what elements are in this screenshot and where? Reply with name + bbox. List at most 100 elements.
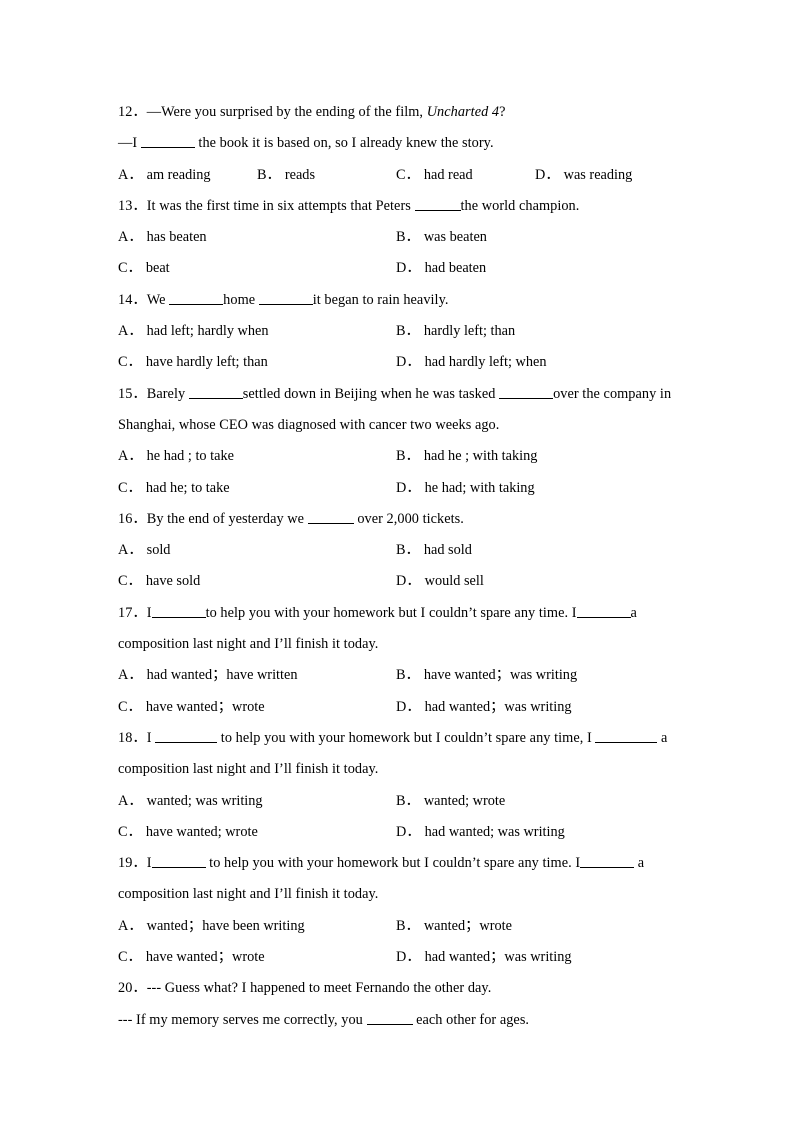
option-text: beat: [145, 260, 170, 277]
stem-text: composition last night and I’ll finish i…: [118, 636, 379, 653]
option-choice[interactable]: D． was reading: [535, 160, 674, 191]
question-block: 16．By the end of yesterday we over 2,000…: [118, 504, 674, 598]
question-number: 20．: [118, 980, 147, 997]
question-number: 16．: [118, 510, 147, 527]
option-choice[interactable]: D． would sell: [396, 566, 674, 597]
option-choice[interactable]: B． hardly left; than: [396, 316, 674, 347]
option-row: A． he had ; to take B． had he ; with taking: [118, 441, 674, 472]
option-choice[interactable]: A． sold: [118, 535, 396, 566]
option-choice[interactable]: C． have wanted；wrote: [118, 692, 396, 723]
option-choice[interactable]: A． am reading: [118, 160, 257, 191]
option-choice[interactable]: C． have wanted; wrote: [118, 817, 396, 848]
stem-text: It was the first time in six attempts th…: [146, 197, 415, 214]
option-text: hardly left; than: [423, 323, 516, 340]
option-choice[interactable]: D． had wanted; was writing: [396, 817, 674, 848]
option-text: he had ; to take: [146, 448, 234, 465]
question-stem-line: 14．We home it began to rain heavily.: [118, 285, 674, 316]
option-choice[interactable]: C． have wanted；wrote: [118, 942, 396, 973]
option-choice[interactable]: D． he had; with taking: [396, 473, 674, 504]
answer-blank: [414, 198, 461, 211]
option-letter: D．: [396, 949, 421, 966]
question-block: 18．I to help you with your homework but …: [118, 723, 674, 848]
stem-text: composition last night and I’ll finish i…: [118, 886, 379, 903]
option-row: A． had wanted；have written B． have wanted；w…: [118, 660, 674, 691]
option-choice[interactable]: A． he had ; to take: [118, 441, 396, 472]
option-choice[interactable]: A． has beaten: [118, 222, 396, 253]
option-text: have hardly left; than: [145, 354, 268, 371]
option-letter: D．: [396, 573, 421, 590]
answer-blank: [169, 292, 224, 305]
option-letter: B．: [257, 166, 281, 183]
option-choice[interactable]: B． reads: [257, 160, 396, 191]
option-row: A． had left; hardly when B． hardly left; th…: [118, 316, 674, 347]
option-row: C． have hardly left; than D． had hardly lef…: [118, 347, 674, 378]
stem-text: to help you with your homework but I cou…: [205, 604, 577, 621]
option-row: C． have wanted; wrote D． had wanted; was wr…: [118, 817, 674, 848]
option-text: had wanted；have written: [146, 667, 298, 684]
option-choice[interactable]: B． had he ; with taking: [396, 441, 674, 472]
stem-text: the world champion.: [460, 197, 580, 214]
option-choice[interactable]: C． have sold: [118, 566, 396, 597]
option-choice[interactable]: A． wanted; was writing: [118, 786, 396, 817]
answer-blank: [155, 730, 218, 743]
option-choice[interactable]: C． had he; to take: [118, 473, 396, 504]
stem-text: Shanghai, whose CEO was diagnosed with c…: [118, 416, 500, 433]
option-text: have wanted; wrote: [145, 823, 258, 840]
answer-blank: [366, 1012, 413, 1025]
option-letter: D．: [396, 260, 421, 277]
option-choice[interactable]: D． had beaten: [396, 253, 674, 284]
option-text: had wanted；was writing: [424, 949, 572, 966]
option-choice[interactable]: A． had left; hardly when: [118, 316, 396, 347]
answer-blank: [140, 136, 195, 149]
option-choice[interactable]: C． beat: [118, 253, 396, 284]
question-stem-line: 19．I to help you with your homework but …: [118, 848, 674, 879]
option-letter: C．: [118, 479, 142, 496]
option-choice[interactable]: B． wanted; wrote: [396, 786, 674, 817]
option-letter: D．: [396, 823, 421, 840]
option-choice[interactable]: A． had wanted；have written: [118, 660, 396, 691]
option-text: am reading: [146, 166, 211, 183]
answer-blank: [151, 855, 206, 869]
option-text: have wanted；wrote: [145, 949, 265, 966]
option-text: would sell: [424, 573, 484, 590]
option-row: C． have sold D． would sell: [118, 566, 674, 597]
option-choice[interactable]: B． was beaten: [396, 222, 674, 253]
stem-text: over the company in: [553, 385, 672, 402]
option-text: he had; with taking: [424, 479, 535, 496]
option-choice[interactable]: D． had wanted；was writing: [396, 942, 674, 973]
option-choice[interactable]: D． had hardly left; when: [396, 347, 674, 378]
option-letter: A．: [118, 917, 143, 934]
question-block: 15．Barely settled down in Beijing when h…: [118, 379, 674, 504]
option-choice[interactable]: B． had sold: [396, 535, 674, 566]
option-letter: B．: [396, 229, 420, 246]
question-stem-continuation: —I the book it is based on, so I already…: [118, 128, 674, 159]
option-letter: D．: [396, 698, 421, 715]
option-text: reads: [284, 166, 316, 183]
option-letter: D．: [396, 354, 421, 371]
stem-text: a: [657, 729, 668, 746]
option-choice[interactable]: A． wanted；have been writing: [118, 911, 396, 942]
stem-text: each other for ages.: [412, 1011, 530, 1028]
stem-text: --- If my memory serves me correctly, yo…: [118, 1011, 367, 1028]
option-choice[interactable]: B． wanted；wrote: [396, 911, 674, 942]
option-text: have sold: [145, 573, 201, 590]
option-letter: B．: [396, 542, 420, 559]
option-choice[interactable]: C． have hardly left; than: [118, 347, 396, 378]
answer-blank: [576, 605, 631, 618]
answer-blank: [595, 730, 658, 743]
answer-blank: [499, 386, 554, 399]
question-stem-continuation: composition last night and I’ll finish i…: [118, 879, 674, 910]
option-text: was reading: [563, 166, 633, 183]
question-stem-continuation: --- If my memory serves me correctly, yo…: [118, 1005, 674, 1036]
option-letter: D．: [396, 479, 421, 496]
option-letter: B．: [396, 792, 420, 809]
question-number: 18．: [118, 729, 147, 746]
option-choice[interactable]: B． have wanted；was writing: [396, 660, 674, 691]
stem-text: We: [146, 291, 170, 308]
option-choice[interactable]: D． had wanted；was writing: [396, 692, 674, 723]
stem-text: --- Guess what? I happened to meet Ferna…: [146, 980, 492, 997]
option-row: A． sold B． had sold: [118, 535, 674, 566]
stem-text: a: [630, 604, 637, 621]
option-choice[interactable]: C． had read: [396, 160, 535, 191]
option-text: had he; to take: [145, 479, 230, 496]
